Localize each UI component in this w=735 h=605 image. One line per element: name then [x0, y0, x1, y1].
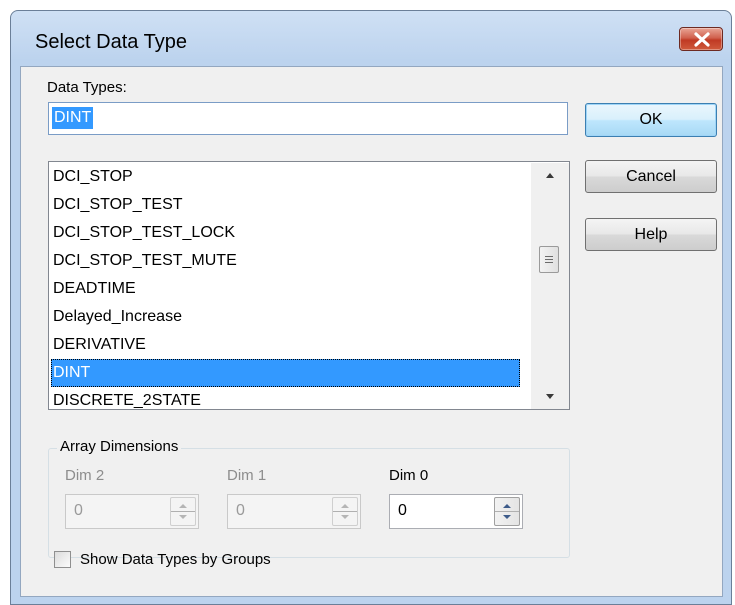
- dim2-spin-buttons: [170, 497, 196, 526]
- scroll-down-button[interactable]: [531, 385, 569, 409]
- dialog-window: Select Data Type Data Types: DINT OK Can…: [10, 10, 732, 605]
- data-types-label: Data Types:: [47, 79, 127, 96]
- show-groups-label[interactable]: Show Data Types by Groups: [80, 551, 271, 568]
- dim0-spinner[interactable]: 0: [389, 494, 523, 529]
- list-item[interactable]: DCI_STOP_TEST: [51, 191, 520, 219]
- arrow-up-icon: [546, 173, 554, 178]
- dim1-spinner: 0: [227, 494, 361, 529]
- cancel-button[interactable]: Cancel: [585, 160, 717, 193]
- scroll-thumb[interactable]: [539, 246, 559, 273]
- help-button[interactable]: Help: [585, 218, 717, 251]
- list-scrollbar[interactable]: [531, 163, 569, 409]
- dim0-value[interactable]: 0: [398, 502, 407, 520]
- list-item[interactable]: DEADTIME: [51, 275, 520, 303]
- dialog-body: Data Types: DINT OK Cancel Help DCI_STOP…: [20, 66, 723, 597]
- data-type-input-value: DINT: [52, 107, 94, 129]
- array-dimensions-label: Array Dimensions: [57, 438, 182, 455]
- ok-button[interactable]: OK: [585, 103, 717, 137]
- show-groups-checkbox[interactable]: [54, 551, 71, 568]
- array-dimensions-group: Array Dimensions Dim 2 0 Dim 1 0 Dim 0 0: [48, 438, 570, 558]
- list-item[interactable]: DCI_STOP_TEST_MUTE: [51, 247, 520, 275]
- close-icon: [694, 32, 710, 47]
- list-item[interactable]: DERIVATIVE: [51, 331, 520, 359]
- list-item[interactable]: Delayed_Increase: [51, 303, 520, 331]
- title-bar[interactable]: Select Data Type: [11, 11, 731, 65]
- list-item[interactable]: DCI_STOP_TEST_LOCK: [51, 219, 520, 247]
- dim0-label: Dim 0: [389, 467, 429, 484]
- dim2-label: Dim 2: [65, 467, 105, 484]
- arrow-down-icon: [546, 394, 554, 399]
- dim1-value: 0: [236, 502, 245, 519]
- dialog-title: Select Data Type: [35, 31, 187, 53]
- dim1-spin-buttons: [332, 497, 358, 526]
- dim2-value: 0: [74, 502, 83, 519]
- data-type-list[interactable]: DCI_STOP DCI_STOP_TEST DCI_STOP_TEST_LOC…: [48, 161, 570, 410]
- list-item[interactable]: DISCRETE_2STATE: [51, 387, 520, 409]
- close-button[interactable]: [679, 27, 723, 51]
- dim2-spinner: 0: [65, 494, 199, 529]
- list-item-selected[interactable]: DINT: [51, 359, 520, 387]
- dim0-spin-buttons[interactable]: [494, 497, 520, 526]
- list-item[interactable]: DCI_STOP: [51, 163, 520, 191]
- data-type-input[interactable]: DINT: [48, 102, 568, 135]
- dim1-label: Dim 1: [227, 467, 267, 484]
- scroll-up-button[interactable]: [531, 163, 569, 187]
